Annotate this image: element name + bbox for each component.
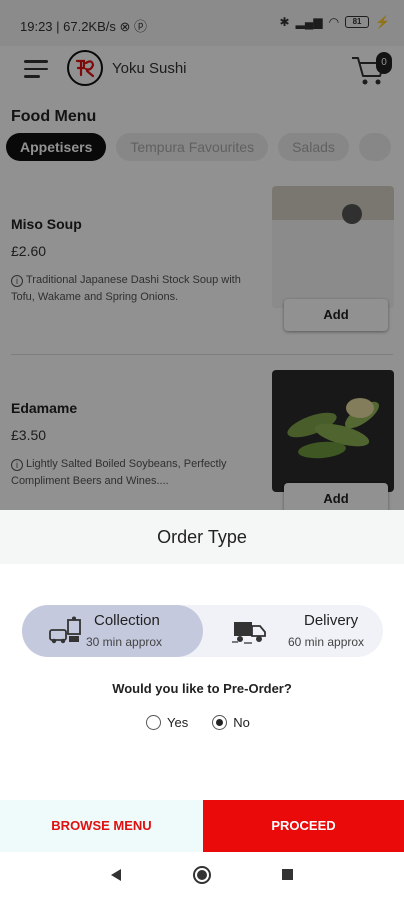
preorder-no-radio[interactable]: No: [212, 715, 250, 730]
preorder-yes-label: Yes: [167, 715, 189, 730]
proceed-button[interactable]: PROCEED: [203, 800, 404, 852]
radio-unchecked-icon: [146, 715, 161, 730]
delivery-label: Delivery: [304, 612, 359, 629]
collection-option[interactable]: Collection 30 min approx: [22, 605, 203, 657]
modal-scrim[interactable]: [0, 0, 404, 510]
recents-icon[interactable]: [282, 869, 293, 880]
collection-label: Collection: [94, 612, 160, 629]
order-type-toggle: Collection 30 min approx Delivery 60 min…: [22, 605, 383, 657]
sheet-title: Order Type: [0, 510, 404, 564]
preorder-no-label: No: [233, 715, 250, 730]
preorder-yes-radio[interactable]: Yes: [146, 715, 188, 730]
back-icon[interactable]: [111, 869, 121, 881]
browse-menu-button[interactable]: BROWSE MENU: [0, 800, 203, 852]
system-nav-bar: [0, 852, 404, 900]
preorder-radio-group: Yes No: [146, 715, 250, 730]
delivery-time: 60 min approx: [288, 635, 365, 649]
delivery-option[interactable]: Delivery 60 min approx: [202, 605, 383, 657]
home-icon[interactable]: [193, 866, 211, 884]
delivery-truck-icon: [232, 622, 266, 644]
preorder-question: Would you like to Pre-Order?: [112, 681, 292, 696]
sheet-footer: BROWSE MENU PROCEED: [0, 800, 404, 852]
collection-icon: [49, 616, 81, 644]
collection-time: 30 min approx: [86, 635, 163, 649]
radio-checked-icon: [212, 715, 228, 730]
